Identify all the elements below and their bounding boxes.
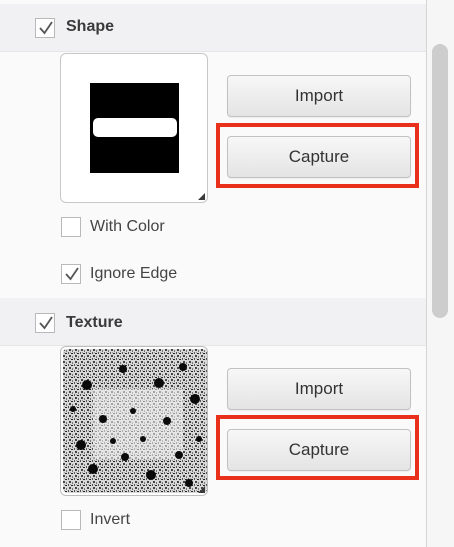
texture-spot bbox=[175, 451, 183, 459]
shape-capture-button[interactable]: Capture bbox=[227, 136, 411, 178]
shape-preview-image bbox=[90, 83, 179, 173]
texture-spot bbox=[76, 440, 86, 450]
shape-checkbox[interactable] bbox=[35, 18, 55, 38]
checkmark-icon bbox=[65, 267, 79, 281]
invert-label: Invert bbox=[90, 511, 131, 528]
with-color-checkbox[interactable] bbox=[61, 217, 81, 237]
texture-spot bbox=[88, 464, 98, 474]
brush-settings-panel: Shape Import Capture With Color Ignore E… bbox=[0, 0, 426, 547]
texture-spot bbox=[70, 406, 76, 412]
shape-section-header: Shape bbox=[0, 4, 426, 52]
ignore-edge-checkbox[interactable] bbox=[61, 264, 81, 284]
invert-checkbox[interactable] bbox=[61, 510, 81, 530]
texture-spot bbox=[179, 363, 187, 371]
resize-corner-icon bbox=[198, 486, 205, 493]
texture-spot bbox=[146, 470, 156, 480]
texture-section-header: Texture bbox=[0, 298, 426, 346]
texture-spot bbox=[196, 436, 202, 442]
with-color-label: With Color bbox=[90, 218, 165, 235]
shape-header-label: Shape bbox=[66, 18, 115, 35]
texture-import-button[interactable]: Import bbox=[227, 368, 411, 410]
texture-header-label: Texture bbox=[66, 314, 123, 331]
checkmark-icon bbox=[39, 316, 53, 330]
checkmark-icon bbox=[39, 21, 53, 35]
texture-spot bbox=[163, 417, 171, 425]
texture-spot bbox=[154, 378, 164, 388]
scrollbar-thumb[interactable] bbox=[432, 44, 448, 318]
texture-thumbnail[interactable] bbox=[60, 346, 208, 496]
texture-spot bbox=[121, 453, 129, 461]
texture-checkbox[interactable] bbox=[35, 313, 55, 333]
texture-spot bbox=[119, 365, 127, 373]
texture-spot bbox=[190, 394, 200, 404]
texture-preview-image bbox=[63, 349, 207, 493]
texture-spot bbox=[185, 479, 193, 487]
texture-spot bbox=[82, 380, 92, 390]
ignore-edge-label: Ignore Edge bbox=[90, 265, 178, 282]
resize-corner-icon bbox=[198, 193, 205, 200]
shape-import-button[interactable]: Import bbox=[227, 75, 411, 117]
texture-spot bbox=[140, 436, 146, 442]
shape-thumbnail[interactable] bbox=[60, 53, 208, 203]
texture-spot bbox=[130, 408, 136, 414]
texture-capture-button[interactable]: Capture bbox=[227, 429, 411, 471]
texture-spot bbox=[99, 415, 107, 423]
texture-spot bbox=[110, 438, 116, 444]
